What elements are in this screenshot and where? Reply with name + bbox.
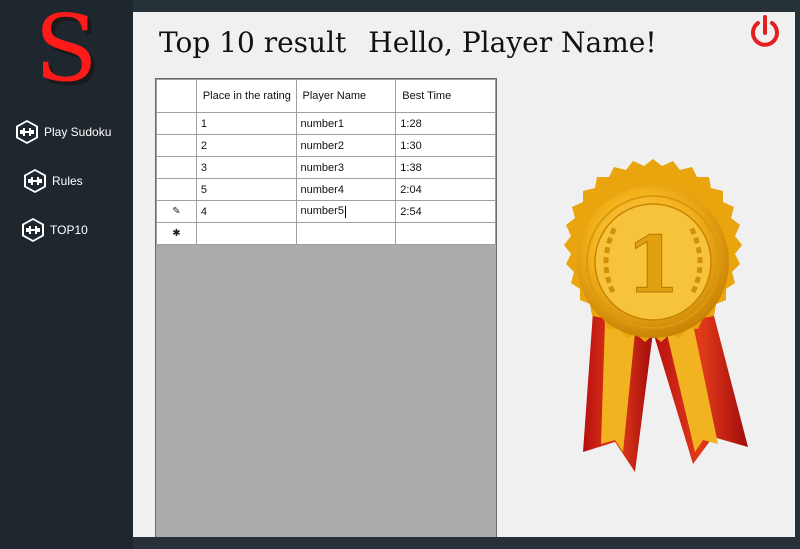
sidebar-item-label: Play Sudoku bbox=[44, 125, 112, 139]
page-title: Top 10 result Hello, Player Name! bbox=[159, 26, 657, 59]
logo-letter-front: S bbox=[34, 6, 97, 94]
table-header-row: Place in the rating Player Name Best Tim… bbox=[156, 79, 496, 113]
dumbbell-hex-icon bbox=[22, 218, 44, 242]
cell-player-name[interactable]: number1 bbox=[295, 112, 397, 135]
table-row[interactable]: 5 number4 2:04 bbox=[156, 178, 496, 201]
cell-place[interactable]: 5 bbox=[195, 178, 297, 201]
cell-player-name-editing[interactable]: number5 bbox=[295, 200, 397, 223]
greeting-text: Hello, Player Name! bbox=[368, 26, 657, 59]
cell-best-time[interactable]: 1:30 bbox=[395, 134, 496, 157]
row-header[interactable] bbox=[156, 112, 197, 135]
main-panel: Top 10 result Hello, Player Name! Place i… bbox=[133, 12, 795, 537]
row-header-corner[interactable] bbox=[156, 79, 197, 113]
table-row-editing[interactable]: ✎ 4 number5 2:54 bbox=[156, 200, 496, 223]
cell-best-time[interactable]: 2:04 bbox=[395, 178, 496, 201]
cell-new-place[interactable] bbox=[195, 222, 297, 245]
new-row-icon[interactable]: ✱ bbox=[156, 222, 197, 245]
cell-place[interactable]: 4 bbox=[195, 200, 297, 223]
sudoku-logo: S S bbox=[34, 6, 100, 94]
sidebar-item-top10[interactable]: TOP10 bbox=[20, 217, 88, 243]
medal-number: 1 bbox=[626, 220, 680, 311]
title-text: Top 10 result bbox=[159, 26, 347, 59]
sidebar-item-play-sudoku[interactable]: Play Sudoku bbox=[14, 119, 111, 145]
text-caret bbox=[344, 205, 346, 218]
power-icon[interactable] bbox=[747, 14, 783, 52]
results-grid[interactable]: Place in the rating Player Name Best Tim… bbox=[155, 78, 497, 537]
cell-new-player-name[interactable] bbox=[295, 222, 397, 245]
sidebar-item-rules[interactable]: Rules bbox=[22, 168, 83, 194]
sidebar-item-label: TOP10 bbox=[50, 223, 88, 237]
dumbbell-hex-icon bbox=[24, 169, 46, 193]
cell-place[interactable]: 3 bbox=[195, 156, 297, 179]
column-header-best-time[interactable]: Best Time bbox=[395, 79, 496, 113]
table-row[interactable]: 1 number1 1:28 bbox=[156, 112, 496, 135]
sidebar: S S Play Sudoku Rules TOP10 bbox=[0, 0, 133, 549]
cell-new-best-time[interactable] bbox=[395, 222, 496, 245]
cell-player-name[interactable]: number2 bbox=[295, 134, 397, 157]
table-row[interactable]: 2 number2 1:30 bbox=[156, 134, 496, 157]
column-header-place[interactable]: Place in the rating bbox=[195, 79, 297, 113]
sidebar-item-label: Rules bbox=[52, 174, 83, 188]
cell-player-name-text[interactable]: number5 bbox=[301, 205, 344, 217]
row-header[interactable] bbox=[156, 178, 197, 201]
table-new-row[interactable]: ✱ bbox=[156, 222, 496, 245]
cell-best-time[interactable]: 1:38 bbox=[395, 156, 496, 179]
results-table: Place in the rating Player Name Best Tim… bbox=[156, 79, 496, 245]
row-header[interactable] bbox=[156, 134, 197, 157]
cell-player-name[interactable]: number4 bbox=[295, 178, 397, 201]
cell-place[interactable]: 1 bbox=[195, 112, 297, 135]
cell-best-time[interactable]: 1:28 bbox=[395, 112, 496, 135]
row-header-edit-icon[interactable]: ✎ bbox=[156, 200, 197, 223]
dumbbell-hex-icon bbox=[16, 120, 38, 144]
table-row[interactable]: 3 number3 1:38 bbox=[156, 156, 496, 179]
gold-medal-ribbon-icon: 1 bbox=[564, 159, 748, 472]
cell-best-time[interactable]: 2:54 bbox=[395, 200, 496, 223]
row-header[interactable] bbox=[156, 156, 197, 179]
cell-player-name[interactable]: number3 bbox=[295, 156, 397, 179]
cell-place[interactable]: 2 bbox=[195, 134, 297, 157]
column-header-player-name[interactable]: Player Name bbox=[295, 79, 397, 113]
